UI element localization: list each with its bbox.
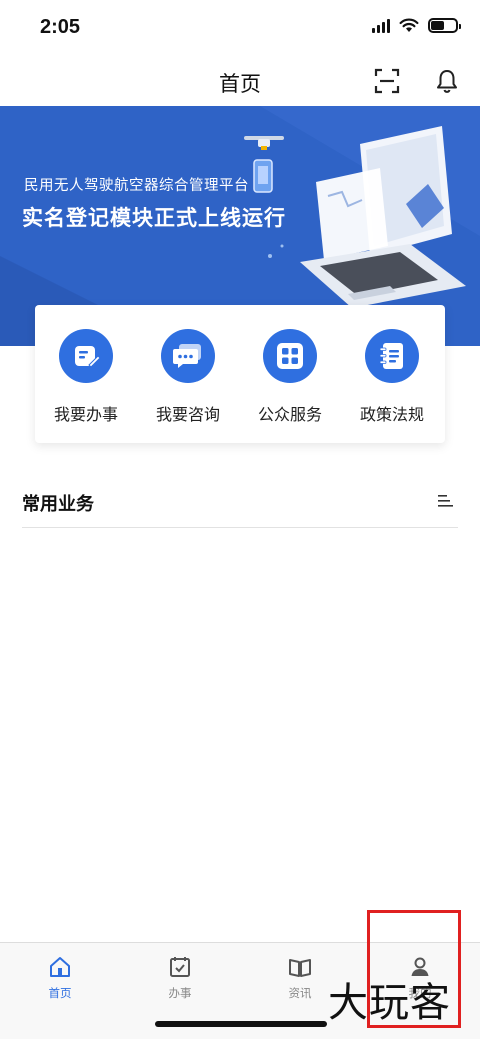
nav-header: 首页 [0, 56, 480, 106]
quick-action-label: 我要咨询 [155, 407, 220, 424]
tab-tasks[interactable]: 办事 [120, 955, 240, 1001]
signal-icon [372, 18, 390, 33]
grid-icon [263, 329, 317, 383]
tab-home[interactable]: 首页 [0, 955, 120, 1001]
notebook-icon [365, 329, 419, 383]
list-sort-icon[interactable] [438, 493, 454, 509]
page-title: 首页 [219, 73, 261, 96]
status-bar: 2:05 [0, 0, 480, 56]
wifi-icon [399, 18, 419, 32]
home-icon [50, 957, 70, 977]
quick-action-label: 公众服务 [257, 407, 322, 424]
notification-bell-icon[interactable] [434, 68, 460, 94]
tab-label: 首页 [48, 988, 72, 1000]
battery-icon [428, 18, 461, 33]
banner-subtitle: 民用无人驾驶航空器综合管理平台 [24, 178, 249, 194]
home-indicator [155, 1021, 327, 1027]
status-icons [372, 18, 461, 33]
quick-action-apply[interactable]: 我要办事 [35, 329, 137, 425]
quick-action-consult[interactable]: 我要咨询 [137, 329, 239, 425]
watermark: 大玩客 [328, 980, 451, 1026]
quick-action-public-service[interactable]: 公众服务 [239, 329, 341, 425]
quick-action-label: 政策法规 [359, 407, 424, 424]
calendar-check-icon [170, 957, 190, 977]
scan-icon[interactable] [374, 68, 400, 94]
tab-label: 办事 [168, 988, 192, 1000]
quick-action-policy[interactable]: 政策法规 [341, 329, 443, 425]
book-icon [289, 959, 311, 977]
quick-action-label: 我要办事 [53, 407, 118, 424]
common-business-header: 常用业务 [22, 480, 458, 528]
chat-bubble-icon [161, 329, 215, 383]
drone-laptop-illustration [244, 126, 466, 308]
quick-actions-card: 我要办事 我要咨询 公众服务 政策法规 [35, 305, 445, 443]
section-title: 常用业务 [22, 494, 94, 514]
edit-document-icon [59, 329, 113, 383]
status-time: 2:05 [40, 16, 81, 38]
